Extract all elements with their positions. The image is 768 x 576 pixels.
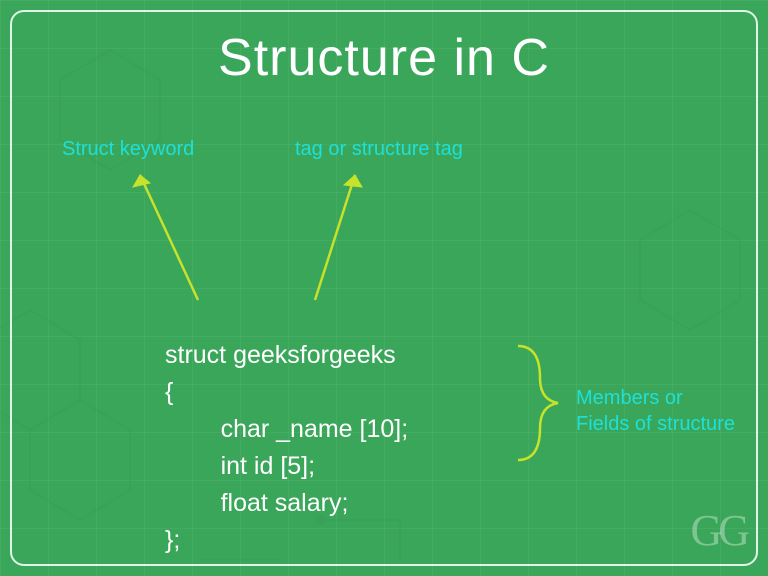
- arrow-keyword: [130, 165, 230, 310]
- code-line-1: struct geeksforgeeks: [165, 341, 396, 369]
- code-line-2: {: [165, 378, 173, 406]
- label-members: Members or Fields of structure: [576, 385, 735, 437]
- label-members-l1: Members or: [576, 387, 683, 409]
- code-line-6: };: [165, 526, 180, 554]
- page-title: Structure in C: [0, 28, 768, 88]
- geeksforgeeks-logo: GG: [690, 505, 746, 556]
- code-line-4: int id [5];: [165, 452, 315, 480]
- code-line-5: float salary;: [165, 489, 348, 517]
- arrow-tag: [300, 165, 380, 310]
- code-block: struct geeksforgeeks { char _name [10]; …: [165, 300, 408, 559]
- brace-members: [510, 338, 570, 468]
- label-members-l2: Fields of structure: [576, 413, 735, 435]
- label-structure-tag: tag or structure tag: [295, 138, 463, 161]
- code-line-3: char _name [10];: [165, 415, 408, 443]
- label-struct-keyword: Struct keyword: [62, 138, 194, 161]
